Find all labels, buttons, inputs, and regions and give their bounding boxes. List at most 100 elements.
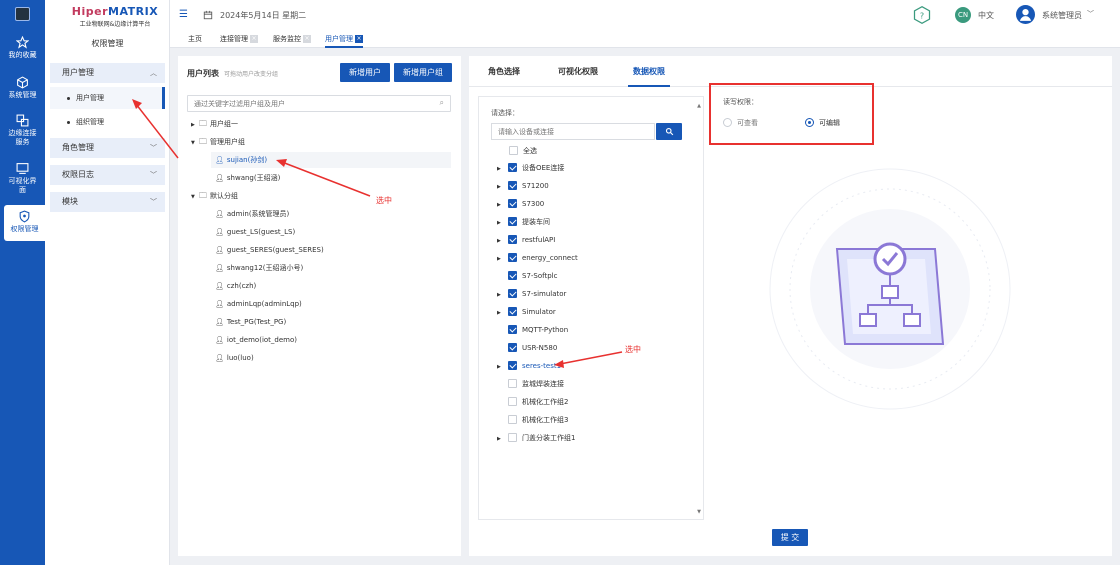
sidebar-section-module[interactable]: 模块 ﹀ [50, 192, 165, 212]
sidebar-item-user-management[interactable]: 用户管理 [50, 87, 165, 109]
checkbox[interactable] [508, 414, 517, 424]
device-item[interactable]: ▶ energy_connect [497, 251, 578, 265]
caret-right-icon[interactable]: ▶ [497, 198, 505, 212]
tree-user[interactable]: 👤︎ luo(luo) [215, 350, 254, 366]
tree-user[interactable]: 👤︎ adminLqp(adminLqp) [215, 296, 302, 312]
device-item[interactable]: ▶ seres-test1 [497, 359, 561, 373]
rail-favorites[interactable]: 我的收藏 [0, 36, 45, 74]
close-icon[interactable]: × [303, 35, 311, 43]
close-icon[interactable]: × [355, 35, 363, 43]
device-item[interactable]: ▶ 设备OEE连接 [497, 161, 564, 175]
device-item[interactable]: ▶ S7-simulator [497, 287, 566, 301]
user-search-input[interactable] [188, 96, 418, 111]
tree-group-admin[interactable]: ▼ 🗀 管理用户组 [191, 134, 245, 150]
rail-permission[interactable]: 权限管理 [4, 205, 45, 241]
sidebar-section-role[interactable]: 角色管理 ﹀ [50, 138, 165, 158]
caret-right-icon[interactable]: ▶ [497, 432, 505, 446]
device-item[interactable]: ▶ S7300 [497, 197, 544, 211]
scroll-up-icon[interactable]: ▲ [697, 103, 701, 109]
checkbox[interactable] [508, 216, 517, 226]
tab-role-select[interactable]: 角色选择 [488, 66, 520, 77]
tree-user-shwang[interactable]: 👤︎ shwang(王绍涵) [215, 170, 280, 186]
submit-button[interactable]: 提 交 [772, 529, 808, 546]
menu-toggle-icon[interactable]: ☰ [179, 9, 188, 20]
tree-group-1[interactable]: ▶ 🗀 用户组一 [191, 116, 238, 132]
device-item[interactable]: ▶ 提装车间 [497, 215, 550, 229]
tab-visual-permission[interactable]: 可视化权限 [558, 66, 598, 77]
device-item[interactable]: ▶ S71200 [497, 179, 549, 193]
device-item[interactable]: MQTT-Python [497, 323, 568, 337]
language-label[interactable]: 中文 [978, 10, 994, 21]
checkbox[interactable] [508, 432, 517, 442]
add-user-button[interactable]: 新增用户 [340, 63, 390, 82]
search-icon[interactable]: ⌕ [440, 98, 444, 108]
checkbox[interactable] [508, 198, 517, 208]
caret-right-icon[interactable]: ▶ [497, 234, 505, 248]
device-item[interactable]: ▶ restfulAPI [497, 233, 555, 247]
checkbox[interactable] [508, 396, 517, 406]
language-badge[interactable]: CN [955, 7, 971, 23]
caret-down-icon[interactable]: ▼ [191, 189, 199, 205]
username[interactable]: 系统管理员 [1042, 10, 1082, 21]
user-search-box[interactable]: ⌕ [187, 95, 451, 112]
tab-service[interactable]: 服务监控 × [273, 30, 311, 48]
tab-data-permission[interactable]: 数据权限 [628, 66, 670, 87]
caret-right-icon[interactable]: ▶ [497, 216, 505, 230]
rail-edge[interactable]: 边缘连接服务 [0, 114, 45, 152]
rail-visual[interactable]: 可视化界面 [0, 162, 45, 200]
caret-right-icon[interactable]: ▶ [497, 162, 505, 176]
tree-user[interactable]: 👤︎ shwang12(王绍涵小号) [215, 260, 303, 276]
tab-connection[interactable]: 连接管理 × [220, 30, 258, 48]
device-search-button[interactable] [656, 123, 682, 140]
device-item[interactable]: ▶ Simulator [497, 305, 556, 319]
caret-right-icon[interactable]: ▶ [497, 288, 505, 302]
device-search-box[interactable] [491, 123, 655, 140]
sidebar-item-org-management[interactable]: 组织管理 [50, 111, 165, 133]
checkbox[interactable] [508, 378, 517, 388]
checkbox[interactable] [508, 324, 517, 334]
tree-user[interactable]: 👤︎ iot_demo(iot_demo) [215, 332, 297, 348]
tab-user-management[interactable]: 用户管理 × [325, 30, 363, 48]
rail-system[interactable]: 系统管理 [0, 76, 45, 114]
radio-button[interactable] [723, 117, 732, 127]
scroll-down-icon[interactable]: ▼ [697, 509, 701, 515]
device-search-input[interactable] [492, 124, 652, 139]
chevron-down-icon[interactable]: ﹀ [1087, 9, 1094, 19]
checkbox[interactable] [509, 145, 518, 155]
radio-button[interactable] [805, 117, 814, 127]
device-item[interactable]: USR-N580 [497, 341, 557, 355]
caret-down-icon[interactable]: ▼ [191, 135, 199, 151]
device-item[interactable]: ▶ 门盖分装工作组1 [497, 431, 575, 445]
sidebar-section-log[interactable]: 权限日志 ﹀ [50, 165, 165, 185]
checkbox[interactable] [508, 306, 517, 316]
radio-view[interactable]: 可查看 [723, 116, 758, 130]
tree-user[interactable]: 👤︎ guest_LS(guest_LS) [215, 224, 295, 240]
tree-user[interactable]: 👤︎ Test_PG(Test_PG) [215, 314, 286, 330]
device-item[interactable]: S7-Softplc [497, 269, 557, 283]
checkbox[interactable] [508, 342, 517, 352]
radio-edit[interactable]: 可编辑 [805, 116, 840, 130]
avatar[interactable] [1016, 5, 1035, 24]
checkbox[interactable] [508, 252, 517, 262]
checkbox[interactable] [508, 288, 517, 298]
tree-group-default[interactable]: ▼ 🗀 默认分组 [191, 188, 238, 204]
help-icon[interactable]: ? [912, 5, 932, 25]
tree-user-sujian[interactable]: 👤︎ sujian(孙剑) [211, 152, 451, 168]
caret-right-icon[interactable]: ▶ [497, 360, 505, 374]
caret-right-icon[interactable]: ▶ [497, 252, 505, 266]
checkbox[interactable] [508, 360, 517, 370]
close-icon[interactable]: × [250, 35, 258, 43]
device-item[interactable]: 监城焊装连接 [497, 377, 564, 391]
tab-home[interactable]: 主页 [188, 30, 202, 48]
caret-right-icon[interactable]: ▶ [497, 180, 505, 194]
add-group-button[interactable]: 新增用户组 [394, 63, 452, 82]
caret-right-icon[interactable]: ▶ [497, 306, 505, 320]
device-item[interactable]: 机械化工作组2 [497, 395, 568, 409]
checkbox[interactable] [508, 180, 517, 190]
tree-user[interactable]: 👤︎ admin(系统管理员) [215, 206, 289, 222]
tree-user[interactable]: 👤︎ guest_SERES(guest_SERES) [215, 242, 324, 258]
checkbox[interactable] [508, 162, 517, 172]
checkbox[interactable] [508, 234, 517, 244]
checkbox[interactable] [508, 270, 517, 280]
sidebar-section-user[interactable]: 用户管理 ︿ [50, 63, 165, 83]
